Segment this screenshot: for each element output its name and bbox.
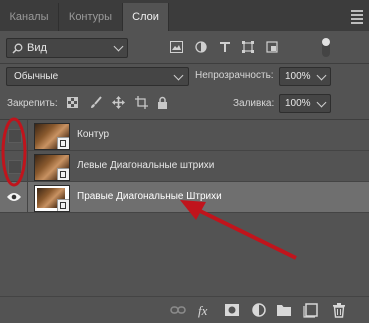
lock-transparent-pixels-icon[interactable] — [67, 97, 78, 108]
red-circle-annotation — [1, 117, 27, 187]
tab-channels[interactable]: Каналы — [0, 3, 59, 31]
blend-mode-value: Обычные — [14, 71, 59, 82]
divider — [0, 63, 369, 64]
panel-footer: fx — [0, 296, 369, 323]
opacity-value: 100% — [285, 71, 311, 82]
fx-icon[interactable]: fx — [197, 302, 213, 318]
new-layer-icon[interactable] — [303, 302, 319, 318]
lock-artboard-icon[interactable] — [135, 96, 148, 109]
lock-all-icon[interactable] — [157, 96, 168, 109]
lock-image-pixels-icon[interactable] — [90, 96, 102, 109]
lock-position-icon[interactable] — [112, 96, 125, 109]
chevron-down-icon — [316, 97, 327, 108]
mask-icon[interactable] — [224, 302, 240, 318]
opacity-label: Непрозрачность: — [195, 70, 274, 81]
filter-kind-select[interactable]: Вид — [6, 38, 128, 58]
panel-menu-icon[interactable] — [351, 10, 363, 26]
filter-type-icon[interactable] — [219, 41, 231, 53]
folder-icon[interactable] — [276, 302, 292, 318]
red-arrow-shaft — [195, 207, 297, 260]
adjustment-icon[interactable] — [251, 302, 267, 318]
tab-layers[interactable]: Слои — [123, 3, 169, 31]
filter-toggle-switch[interactable] — [322, 38, 330, 57]
fill-value: 100% — [285, 98, 311, 109]
panel-tab-bar: Каналы Контуры Слои — [0, 0, 369, 31]
chevron-down-icon — [113, 41, 124, 52]
search-icon — [12, 43, 23, 54]
filter-adjustment-icon[interactable] — [195, 41, 207, 53]
fill-label: Заливка: — [233, 98, 275, 109]
chevron-down-icon — [173, 70, 184, 81]
tab-paths[interactable]: Контуры — [59, 3, 123, 31]
filter-kind-label: Вид — [27, 42, 47, 54]
red-annotation-overlay — [1, 117, 297, 260]
link-icon[interactable] — [170, 302, 186, 318]
blend-mode-select[interactable]: Обычные — [6, 67, 189, 86]
svg-text:fx: fx — [198, 303, 208, 318]
opacity-input[interactable]: 100% — [279, 67, 331, 86]
lock-label: Закрепить: — [7, 98, 58, 109]
trash-icon[interactable] — [331, 302, 347, 318]
filter-smart-object-icon[interactable] — [266, 41, 278, 53]
chevron-down-icon — [316, 70, 327, 81]
filter-shape-icon[interactable] — [242, 41, 254, 53]
filter-pixel-icon[interactable] — [170, 41, 183, 53]
